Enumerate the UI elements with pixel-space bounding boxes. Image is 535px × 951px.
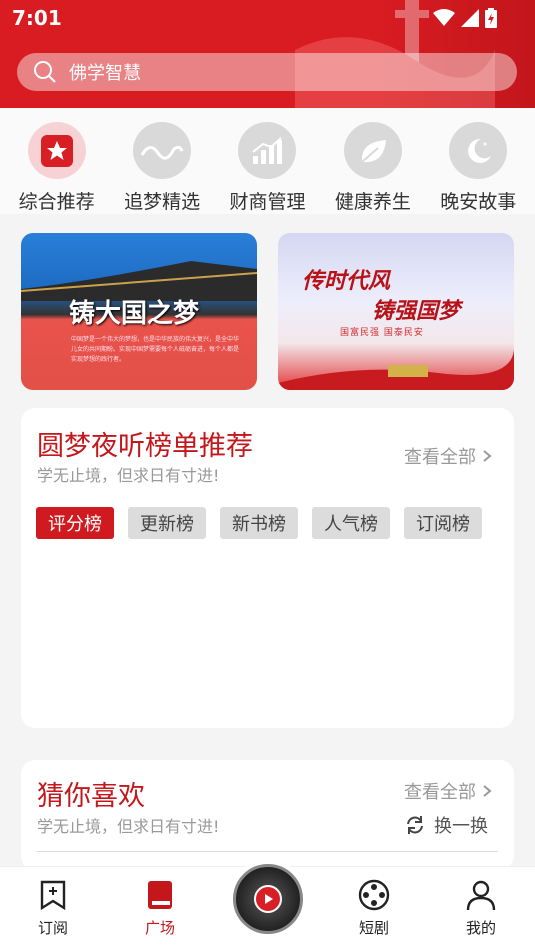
tab-new-books[interactable]: 新书榜 <box>220 507 298 539</box>
status-bar: 7:01 <box>0 0 535 36</box>
category-icon-wrap <box>27 122 86 179</box>
status-icons <box>433 8 497 28</box>
category-item[interactable]: 晚安故事 <box>429 108 527 214</box>
nav-drama[interactable]: 短剧 <box>339 879 409 938</box>
nav-subscribe[interactable]: 订阅 <box>18 879 88 938</box>
play-icon <box>254 885 282 913</box>
refresh-icon <box>407 816 423 834</box>
nav-mine[interactable]: 我的 <box>446 879 516 938</box>
see-all-label: 查看全部 <box>404 782 476 803</box>
category-row: 综合推荐 追梦精选 财商管理 健康养生 晚安故事 <box>0 108 535 214</box>
tab-updated[interactable]: 更新榜 <box>128 507 206 539</box>
search-icon <box>34 61 56 83</box>
header: 7:01 佛学智慧 <box>0 0 535 108</box>
banner-line3: 国富民强 国泰民安 <box>340 328 424 338</box>
search-placeholder: 佛学智慧 <box>69 63 141 84</box>
nav-square[interactable]: 广场 <box>125 879 195 938</box>
rank-see-all-button[interactable]: 查看全部 <box>404 443 492 469</box>
tab-popular[interactable]: 人气榜 <box>312 507 390 539</box>
banner-line2: 铸强国梦 <box>372 298 461 324</box>
category-item[interactable]: 财商管理 <box>218 108 316 214</box>
guess-subtitle: 学无止境，但求日有寸进! <box>37 817 220 836</box>
rank-subtitle: 学无止境，但求日有寸进! <box>37 466 220 485</box>
category-icon-wrap <box>238 122 297 179</box>
battery-icon <box>485 8 497 28</box>
nav-label: 订阅 <box>37 919 68 937</box>
divider <box>37 851 498 852</box>
guess-see-all-button[interactable]: 查看全部 <box>404 778 492 804</box>
category-label: 晚安故事 <box>440 191 517 213</box>
rank-title: 圆梦夜听榜单推荐 <box>37 431 253 462</box>
banner-dream[interactable]: 铸大国之梦 中国梦是一个伟大的梦想，也是中华民族的伟大复兴，是全中华儿女的共同期… <box>21 233 257 390</box>
category-item[interactable]: 综合推荐 <box>8 108 106 214</box>
chevron-right-icon <box>483 785 492 797</box>
category-item[interactable]: 追梦精选 <box>113 108 211 214</box>
banner-era[interactable]: 传时代风 铸强国梦 国富民强 国泰民安 <box>278 233 514 390</box>
chevron-right-icon <box>483 450 492 462</box>
rank-tabs: 评分榜 更新榜 新书榜 人气榜 订阅榜 <box>36 507 514 539</box>
category-icon-wrap <box>449 122 508 179</box>
user-icon <box>466 880 496 911</box>
tab-subscribed[interactable]: 订阅榜 <box>404 507 482 539</box>
nav-label: 短剧 <box>358 919 389 937</box>
search-bar[interactable]: 佛学智慧 <box>17 53 517 91</box>
film-reel-icon <box>358 879 390 911</box>
category-item[interactable]: 健康养生 <box>324 108 422 214</box>
guess-card: 猜你喜欢 学无止境，但求日有寸进! 查看全部 换一换 <box>21 760 514 870</box>
banner-title: 铸大国之梦 <box>69 299 200 329</box>
player-button[interactable] <box>229 860 307 938</box>
banner-text: 中国梦是一个伟大的梦想，也是中华民族的伟大复兴，是全中华儿女的共同期盼。实现中国… <box>71 336 240 363</box>
category-icon-wrap <box>343 122 402 179</box>
wifi-icon <box>433 9 455 26</box>
nav-label: 我的 <box>465 919 496 937</box>
star-icon <box>40 134 73 167</box>
rank-card: 圆梦夜听榜单推荐 学无止境，但求日有寸进! 查看全部 评分榜 更新榜 新书榜 人… <box>21 408 514 728</box>
leaf-icon <box>361 139 386 163</box>
tab-rating[interactable]: 评分榜 <box>36 507 114 539</box>
see-all-label: 查看全部 <box>404 447 476 468</box>
ribbon-decoration <box>278 343 514 390</box>
category-label: 追梦精选 <box>124 191 201 213</box>
book-icon <box>148 881 172 909</box>
moon-icon <box>468 138 492 163</box>
dream-logo-icon <box>140 145 184 160</box>
category-label: 财商管理 <box>229 191 306 213</box>
category-icon-wrap <box>133 122 192 179</box>
record-disc-icon <box>233 864 303 934</box>
signal-icon <box>461 9 479 27</box>
nav-label: 广场 <box>144 919 175 937</box>
banner-line1: 传时代风 <box>302 268 391 294</box>
bar-chart-icon <box>252 136 283 164</box>
swap-button[interactable]: 换一换 <box>404 812 488 838</box>
bookmark-plus-icon <box>40 880 66 911</box>
guess-title: 猜你喜欢 <box>37 781 145 812</box>
status-time: 7:01 <box>12 6 62 30</box>
category-label: 健康养生 <box>334 191 411 213</box>
category-label: 综合推荐 <box>18 191 95 213</box>
swap-label: 换一换 <box>434 816 488 837</box>
